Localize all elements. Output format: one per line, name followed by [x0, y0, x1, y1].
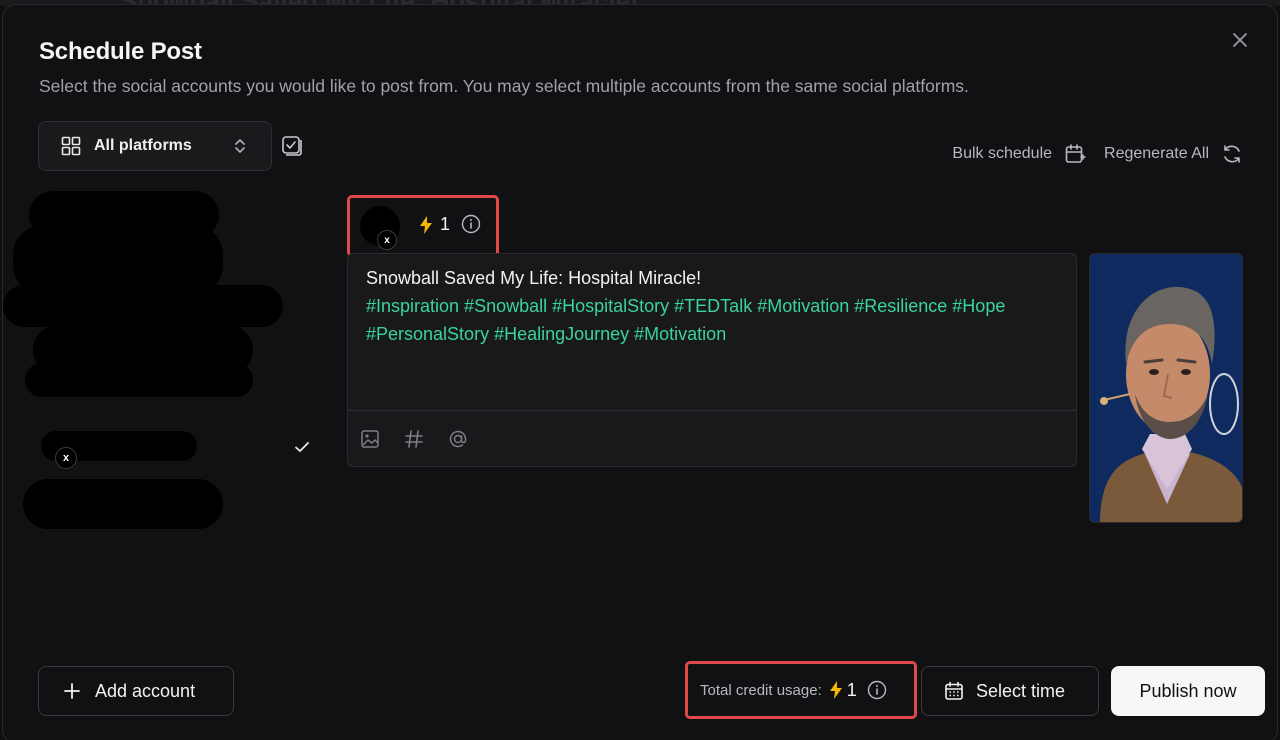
credit-usage-label: Total credit usage: — [700, 681, 822, 699]
add-account-label: Add account — [95, 680, 196, 701]
platform-filter-label: All platforms — [94, 137, 192, 154]
at-icon[interactable] — [448, 429, 468, 449]
credit-usage-value: 1 — [846, 679, 857, 700]
publish-now-label: Publish now — [1139, 680, 1237, 701]
grid-icon — [61, 136, 81, 156]
video-thumbnail — [1089, 253, 1243, 523]
refresh-icon — [1224, 145, 1240, 163]
redacted-account — [25, 363, 253, 397]
post-text[interactable]: Snowball Saved My Life: Hospital Miracle… — [366, 264, 1058, 348]
info-icon[interactable] — [867, 680, 887, 700]
dialog-title: Schedule Post — [39, 38, 202, 65]
select-time-label: Select time — [976, 680, 1066, 701]
lightning-icon — [829, 681, 842, 699]
header-actions: Bulk schedule Regenerate All — [952, 143, 1243, 165]
credit-usage-amount: 1 — [828, 680, 857, 701]
add-account-button[interactable]: Add account — [38, 666, 234, 716]
post-editor[interactable]: Snowball Saved My Life: Hospital Miracle… — [347, 253, 1077, 467]
calendar-icon — [945, 681, 963, 700]
x-logo-icon: x — [55, 447, 77, 469]
regenerate-all-button[interactable]: Regenerate All — [1104, 143, 1243, 165]
lightning-icon — [420, 215, 432, 234]
plus-icon — [64, 683, 80, 699]
post-credit-value: 1 — [440, 214, 451, 234]
post-account-header: x 1 — [347, 195, 499, 257]
image-icon[interactable] — [360, 429, 380, 449]
platform-filter-select[interactable]: All platforms — [38, 121, 272, 171]
chevron-updown-icon — [235, 139, 245, 153]
bulk-schedule-label: Bulk schedule — [952, 145, 1053, 162]
close-icon[interactable] — [1229, 29, 1251, 51]
post-hashtags: #Inspiration #Snowball #HospitalStory #T… — [366, 296, 1006, 344]
check-icon[interactable] — [293, 438, 311, 456]
calendar-plus-icon — [1065, 144, 1086, 163]
dialog-subtitle: Select the social accounts you would lik… — [39, 76, 969, 96]
publish-now-button[interactable]: Publish now — [1111, 666, 1265, 716]
account-list: x — [3, 185, 333, 545]
post-caption: Snowball Saved My Life: Hospital Miracle… — [366, 268, 702, 288]
info-icon[interactable] — [461, 214, 481, 234]
editor-toolbar — [348, 410, 1076, 466]
total-credit-usage: Total credit usage: 1 — [685, 661, 917, 719]
checkbox-stack-icon[interactable] — [281, 135, 303, 157]
speaker-portrait — [1090, 254, 1242, 522]
redacted-account — [23, 479, 223, 529]
x-logo-icon: x — [377, 230, 397, 250]
post-credit-cost: 1 — [418, 214, 450, 235]
hashtag-icon[interactable] — [404, 429, 424, 449]
select-time-button[interactable]: Select time — [921, 666, 1099, 716]
redacted-account — [3, 285, 283, 327]
schedule-post-dialog: Schedule Post Select the social accounts… — [2, 4, 1278, 740]
regenerate-all-label: Regenerate All — [1104, 145, 1209, 162]
bulk-schedule-button[interactable]: Bulk schedule — [952, 143, 1086, 165]
